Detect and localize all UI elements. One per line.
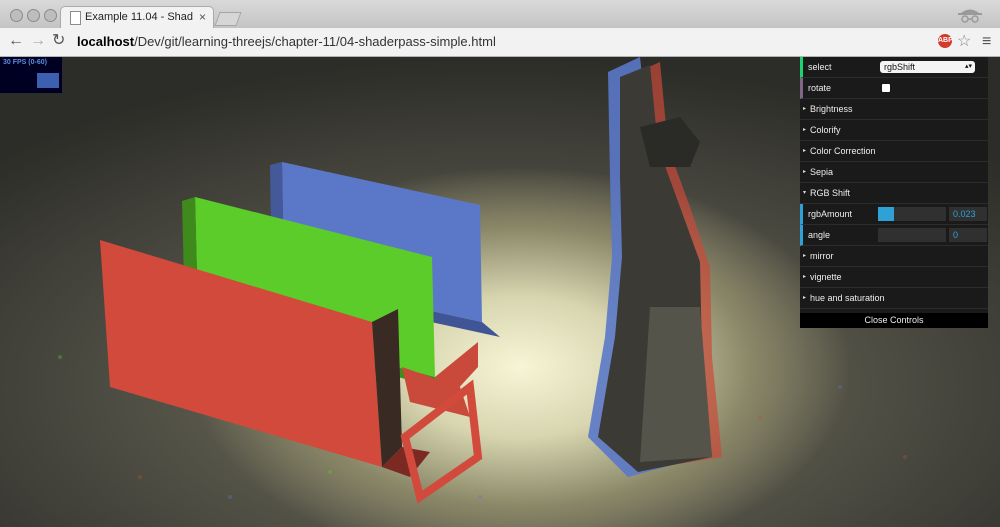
page-icon	[70, 11, 81, 25]
browser-toolbar: ← → ↻ localhost/Dev/git/learning-threejs…	[0, 28, 1000, 57]
adblock-icon[interactable]: ABP	[938, 34, 953, 48]
close-controls-button[interactable]: Close Controls	[800, 313, 988, 328]
rgb-amount-label: rgbAmount	[808, 209, 853, 219]
rotate-checkbox[interactable]	[882, 84, 890, 92]
folder-label: Color Correction	[810, 146, 876, 156]
folder-collapsed-icon: ▸	[803, 274, 807, 280]
angle-slider[interactable]	[878, 228, 946, 242]
select-row: select rgbShift ▴▾	[800, 57, 988, 78]
tab-title: Example 11.04 - Shader P	[85, 11, 193, 23]
folder-hue-saturation[interactable]: ▸ hue and saturation	[800, 288, 988, 309]
url-path: /Dev/git/learning-threejs/chapter-11/04-…	[134, 34, 496, 49]
folder-mirror[interactable]: ▸ mirror	[800, 246, 988, 267]
folder-collapsed-icon: ▸	[803, 295, 807, 301]
angle-row: angle 0	[800, 225, 988, 246]
rgb-amount-slider-fill	[878, 207, 894, 221]
forward-arrow-icon[interactable]: →	[30, 33, 46, 49]
zoom-window-icon[interactable]	[44, 9, 57, 22]
window-titlebar: Example 11.04 - Shader P ×	[0, 0, 1000, 29]
angle-input[interactable]: 0	[949, 228, 987, 242]
minimize-window-icon[interactable]	[27, 9, 40, 22]
folder-vignette[interactable]: ▸ vignette	[800, 267, 988, 288]
fps-text: 30 FPS (0-60)	[3, 59, 47, 66]
effect-select[interactable]: rgbShift ▴▾	[880, 61, 975, 73]
folder-collapsed-icon: ▸	[803, 148, 807, 154]
folder-collapsed-icon: ▸	[803, 169, 807, 175]
rgb-amount-row: rgbAmount 0.023	[800, 204, 988, 225]
new-tab-button[interactable]	[214, 12, 242, 26]
browser-tab[interactable]: Example 11.04 - Shader P ×	[60, 6, 214, 29]
folder-label: Colorify	[810, 125, 841, 135]
back-arrow-icon[interactable]: ←	[8, 33, 24, 49]
browser-menu-icon[interactable]: ≡	[982, 33, 991, 51]
effect-select-value: rgbShift	[884, 62, 916, 72]
rgb-amount-slider[interactable]	[878, 207, 946, 221]
folder-sepia[interactable]: ▸ Sepia	[800, 162, 988, 183]
rotate-label: rotate	[808, 83, 832, 93]
fps-graph	[37, 73, 59, 88]
rotate-row: rotate	[800, 78, 988, 99]
address-bar[interactable]: localhost/Dev/git/learning-threejs/chapt…	[77, 34, 496, 49]
select-label: select	[808, 62, 832, 72]
url-host: localhost	[77, 34, 135, 49]
folder-label: RGB Shift	[810, 188, 851, 198]
angle-label: angle	[808, 230, 831, 240]
reload-icon[interactable]: ↻	[52, 33, 65, 49]
statue	[588, 57, 722, 477]
folder-label: hue and saturation	[810, 293, 885, 303]
rgb-amount-input[interactable]: 0.023	[949, 207, 987, 221]
folder-collapsed-icon: ▸	[803, 127, 807, 133]
folder-collapsed-icon: ▸	[803, 106, 807, 112]
folder-label: vignette	[810, 272, 842, 282]
bookmark-star-icon[interactable]: ☆	[957, 31, 971, 51]
folder-label: mirror	[810, 251, 834, 261]
tab-close-icon[interactable]: ×	[199, 10, 206, 24]
close-window-icon[interactable]	[10, 9, 23, 22]
folder-brightness[interactable]: ▸ Brightness	[800, 99, 988, 120]
folder-rgb-shift[interactable]: ▾ RGB Shift	[800, 183, 988, 204]
select-arrow-icon: ▴▾	[964, 63, 972, 70]
folder-label: Sepia	[810, 167, 834, 177]
incognito-icon	[958, 9, 982, 23]
folder-expanded-icon: ▾	[803, 190, 807, 196]
folder-colorify[interactable]: ▸ Colorify	[800, 120, 988, 141]
fps-stats[interactable]: 30 FPS (0-60)	[0, 57, 62, 93]
folder-color-correction[interactable]: ▸ Color Correction	[800, 141, 988, 162]
controls-panel: select rgbShift ▴▾ rotate ▸ Brightness ▸…	[800, 57, 988, 328]
folder-collapsed-icon: ▸	[803, 253, 807, 259]
folder-label: Brightness	[810, 104, 853, 114]
